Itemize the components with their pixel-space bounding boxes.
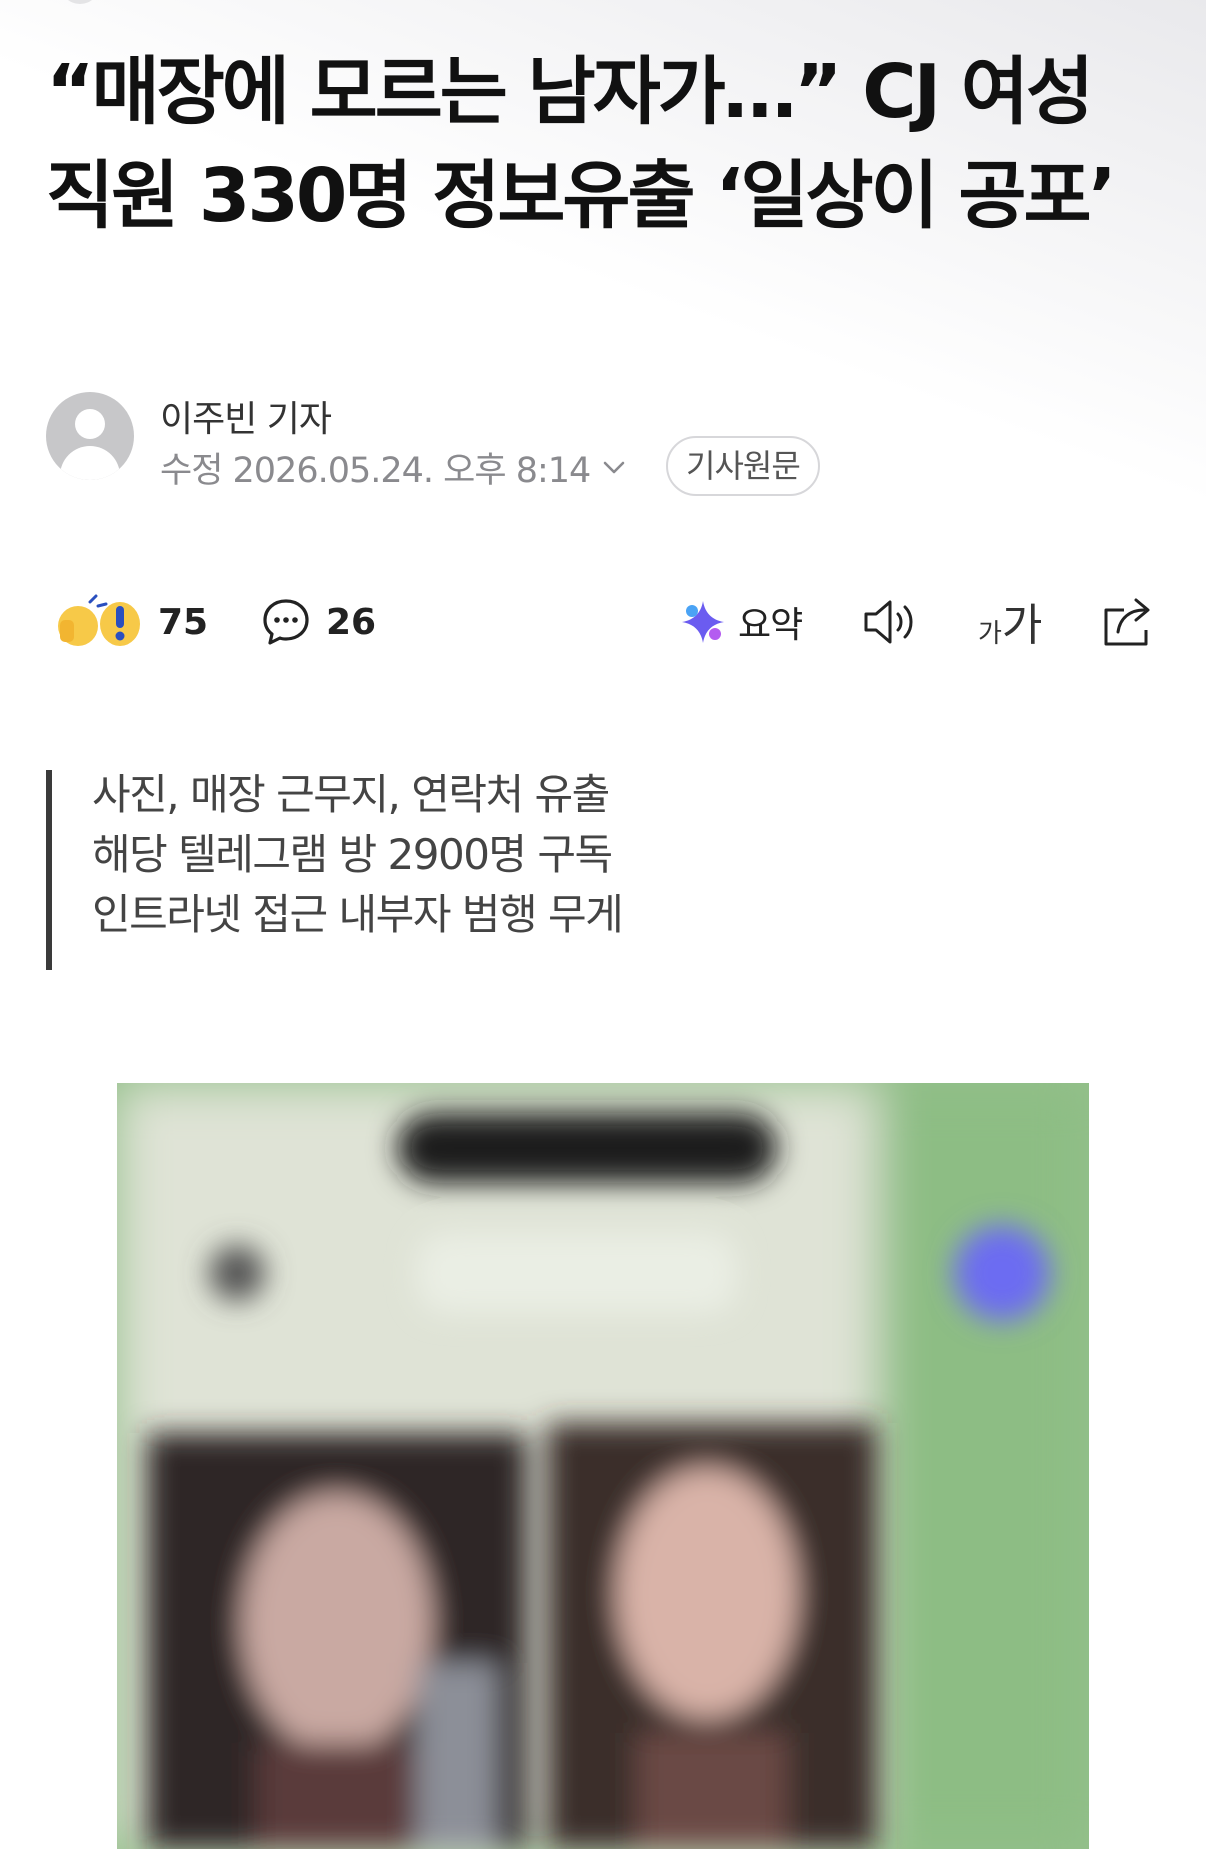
reaction-count: 75 — [158, 601, 209, 643]
speaker-icon[interactable] — [860, 594, 920, 650]
action-bar: 75 26 요약 가 가 — [46, 590, 1160, 654]
comment-button[interactable]: 26 — [260, 594, 376, 650]
summary-line: 인트라넷 접근 내부자 범행 무게 — [92, 890, 624, 939]
summary-label: 요약 — [738, 605, 803, 646]
reporter-avatar[interactable] — [46, 392, 134, 480]
article-headline: “매장에 모르는 남자가…” CJ 여성 직원 330명 정보유출 ‘일상이 공… — [46, 49, 1117, 239]
ai-sparkle-icon — [682, 601, 724, 643]
avatar-body-shape — [60, 446, 120, 480]
speech-bubble-icon — [263, 599, 309, 645]
date-toggle[interactable]: 수정 2026.05.24. 오후 8:14 — [160, 442, 628, 492]
comment-count: 26 — [326, 601, 377, 643]
original-article-button[interactable]: 기사원문 — [666, 436, 820, 496]
article-date: 수정 2026.05.24. 오후 8:14 — [160, 450, 591, 491]
chevron-down-icon — [603, 461, 625, 474]
article-page: “매장에 모르는 남자가…” CJ 여성 직원 330명 정보유출 ‘일상이 공… — [0, 0, 1206, 1849]
byline: 이주빈 기자 수정 2026.05.24. 오후 8:14 기사원문 — [46, 390, 1156, 496]
share-icon[interactable] — [1098, 592, 1158, 652]
font-size-small-glyph: 가 — [978, 619, 1002, 649]
font-size-button[interactable]: 가 가 — [978, 590, 1042, 654]
reaction-emoji-icon — [58, 594, 140, 646]
summary-line: 해당 텔레그램 방 2900명 구독 — [92, 830, 613, 879]
reporter-name[interactable]: 이주빈 기자 — [160, 390, 332, 442]
article-photo[interactable] — [117, 1083, 1089, 1849]
blurred-screenshot-image — [117, 1083, 1089, 1849]
font-size-large-glyph: 가 — [1001, 600, 1043, 651]
summary-button[interactable]: 요약 — [678, 594, 803, 650]
article-summary: 사진, 매장 근무지, 연락처 유출 해당 텔레그램 방 2900명 구독 인트… — [46, 770, 946, 970]
top-edge — [0, 0, 1206, 10]
avatar-head-shape — [75, 409, 105, 439]
status-nub — [60, 0, 100, 4]
reaction-button[interactable]: 75 — [52, 594, 208, 650]
summary-line: 사진, 매장 근무지, 연락처 유출 — [92, 770, 610, 819]
